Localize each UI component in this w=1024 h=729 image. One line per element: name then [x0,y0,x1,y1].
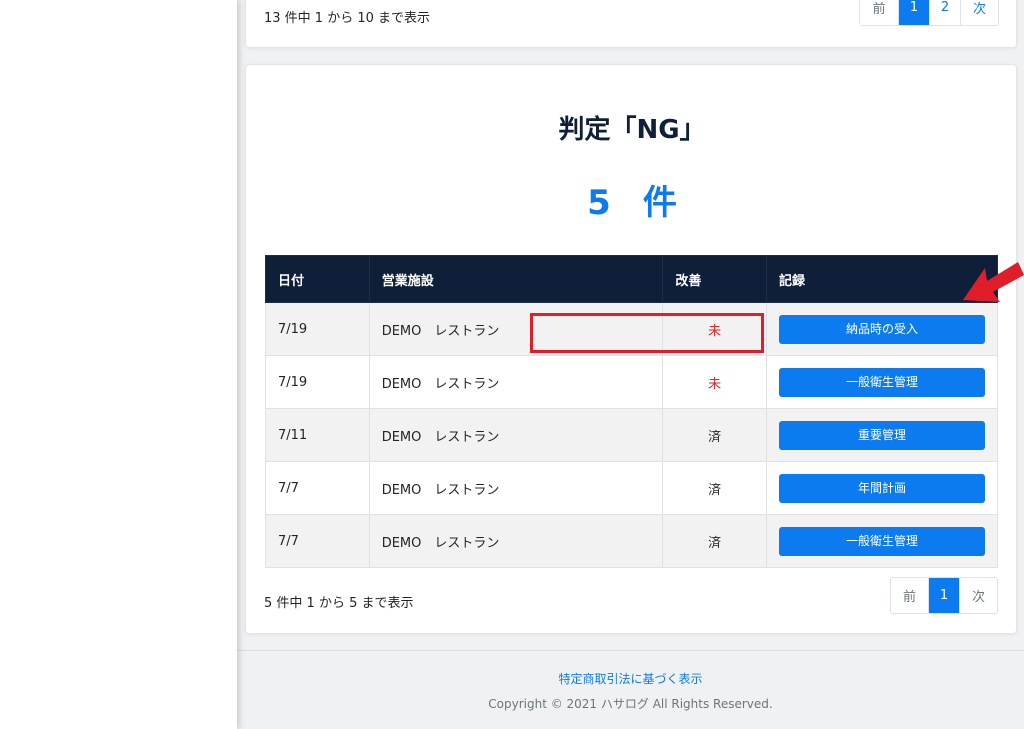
row-facility: DEMO レストラン [368,408,664,462]
header-date[interactable]: 日付 [265,255,370,303]
record-button-receiving[interactable]: 納品時の受入 [778,314,985,344]
row-record-cell: 一般衛生管理 [765,514,999,568]
bottom-page-1-button[interactable]: 1 [929,578,960,613]
row-status: 済 [662,514,767,568]
row-facility: DEMO レストラン [368,355,664,409]
row-facility: DEMO レストラン [368,461,664,515]
row-status: 未 [662,355,767,409]
row-status: 未 [662,302,767,356]
ng-count-unit: 件 [642,183,677,223]
top-prev-button[interactable]: 前 [860,0,899,25]
ng-count-number: 5 [587,183,611,223]
row-date: 7/19 [265,302,370,356]
sidebar [0,0,237,729]
row-status: 済 [662,461,767,515]
bottom-next-button[interactable]: 次 [960,578,997,613]
row-date: 7/19 [265,355,370,409]
record-button-critical-control[interactable]: 重要管理 [778,420,985,450]
top-pagination: 前 1 2 次 [859,0,999,26]
bottom-pagination-info: 5 件中 1 から 5 まで表示 [264,596,414,611]
ng-card: 判定「NG」 5件 日付 営業施設 改善 記録 7/19 DEMO レストラン … [245,64,1017,634]
row-date: 7/11 [265,408,370,462]
row-date: 7/7 [265,514,370,568]
legal-notice-link[interactable]: 特定商取引法に基づく表示 [237,670,1024,687]
top-page-1-button[interactable]: 1 [899,0,930,25]
row-record-cell: 重要管理 [765,408,999,462]
table-header-row: 日付 営業施設 改善 記録 [265,255,999,303]
page-title: 判定「NG」 [558,115,706,145]
top-next-button[interactable]: 次 [961,0,998,25]
bottom-prev-button[interactable]: 前 [891,578,929,613]
bottom-pagination: 前 1 次 [890,577,998,614]
ng-count: 5件 [246,175,1018,224]
record-button-annual-plan[interactable]: 年間計画 [778,473,985,503]
table-row: 7/7 DEMO レストラン 済 年間計画 [265,461,999,515]
row-status: 済 [662,408,767,462]
table-row: 7/11 DEMO レストラン 済 重要管理 [265,408,999,462]
row-date: 7/7 [265,461,370,515]
row-facility: DEMO レストラン [368,302,664,356]
table-row: 7/19 DEMO レストラン 未 一般衛生管理 [265,355,999,409]
top-pagination-info: 13 件中 1 から 10 まで表示 [264,11,431,26]
record-button-general-hygiene[interactable]: 一般衛生管理 [778,367,985,397]
header-improvement[interactable]: 改善 [662,255,767,303]
header-facility[interactable]: 営業施設 [368,255,664,303]
copyright-text: Copyright © 2021 ハサログ All Rights Reserve… [488,697,773,711]
top-card: 13 件中 1 から 10 まで表示 前 1 2 次 [245,0,1017,48]
red-arrow-icon [963,262,1024,302]
main-content: 13 件中 1 から 10 まで表示 前 1 2 次 判定「NG」 5件 日付 … [237,0,1024,729]
row-record-cell: 年間計画 [765,461,999,515]
row-facility: DEMO レストラン [368,514,664,568]
ng-records-table: 日付 営業施設 改善 記録 7/19 DEMO レストラン 未 納品時の受入 7… [265,255,999,568]
row-record-cell: 一般衛生管理 [765,355,999,409]
table-row: 7/19 DEMO レストラン 未 納品時の受入 [265,302,999,356]
table-row: 7/7 DEMO レストラン 済 一般衛生管理 [265,514,999,568]
footer: 特定商取引法に基づく表示 Copyright © 2021 ハサログ All R… [237,650,1024,729]
record-button-general-hygiene[interactable]: 一般衛生管理 [778,526,985,556]
top-page-2-button[interactable]: 2 [930,0,961,25]
